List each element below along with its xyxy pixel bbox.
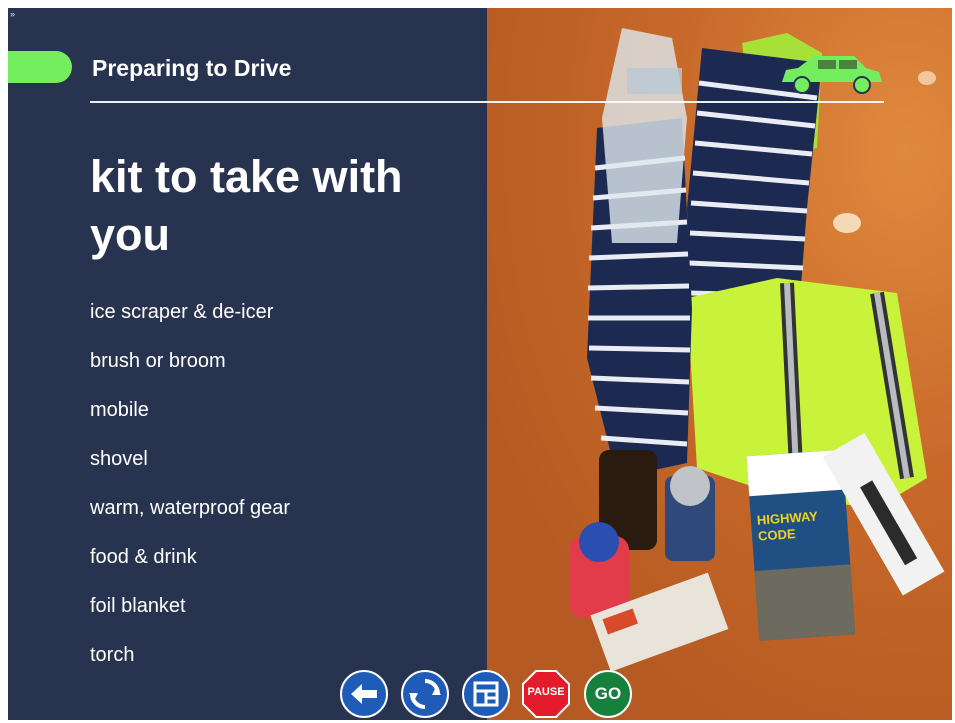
replay-button[interactable]	[401, 670, 449, 718]
page-title: Preparing to Drive	[92, 55, 292, 81]
section-marker	[8, 51, 72, 83]
list-item: brush or broom	[90, 350, 226, 372]
list-item: mobile	[90, 399, 149, 421]
pause-label: PAUSE	[527, 686, 565, 698]
slide: HIGHWAY CODE » Preparing to Drive kit to	[8, 8, 952, 720]
slide-heading: kit to take with you	[90, 151, 403, 260]
expand-toggle[interactable]: »	[10, 10, 15, 19]
list-item: foil blanket	[90, 595, 186, 617]
svg-text:CODE: CODE	[758, 526, 797, 544]
grid-icon	[473, 681, 499, 707]
go-button[interactable]: GO	[584, 670, 632, 718]
header-divider	[90, 101, 884, 103]
menu-button[interactable]	[462, 670, 510, 718]
arrow-left-icon	[351, 684, 377, 704]
list-item: torch	[90, 644, 135, 666]
list-item: warm, waterproof gear	[90, 497, 291, 519]
pause-button[interactable]: PAUSE	[522, 670, 570, 718]
back-button[interactable]	[340, 670, 388, 718]
kit-illustration: HIGHWAY CODE	[569, 28, 945, 672]
list-item: food & drink	[90, 546, 197, 568]
list-item: ice scraper & de-icer	[90, 301, 274, 323]
refresh-icon	[409, 679, 441, 709]
car-icon	[776, 52, 886, 105]
list-item: shovel	[90, 448, 148, 470]
kit-list: ice scraper & de-icer brush or broom mob…	[90, 294, 290, 686]
kit-photo: HIGHWAY CODE	[487, 8, 952, 720]
